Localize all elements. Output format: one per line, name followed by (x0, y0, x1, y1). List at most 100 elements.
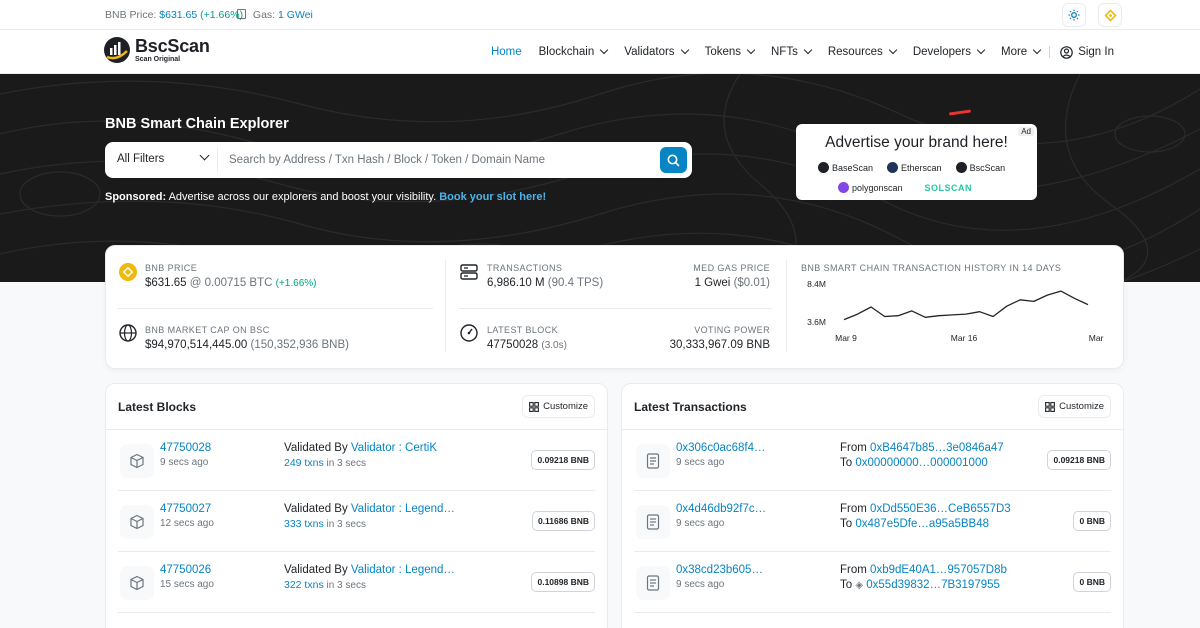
ad-banner[interactable]: Ad Advertise your brand here! BaseScan E… (796, 124, 1037, 200)
brand-label: polygonscan (852, 182, 903, 193)
stat-value: $94,970,514,445.00 (145, 339, 248, 351)
data-point[interactable] (1005, 305, 1007, 307)
bnb-price-value[interactable]: $631.65 (159, 9, 197, 21)
panel-title: Latest Blocks (118, 400, 197, 414)
server-icon (460, 264, 478, 280)
data-point[interactable] (843, 318, 845, 320)
to-address-link[interactable]: 0x487e5Dfe…a95a5BB48 (855, 518, 989, 530)
book-slot-link[interactable]: Book your slot here! (439, 191, 546, 203)
latest-transactions-panel: Latest Transactions Customize 0x306c0ac6… (621, 383, 1124, 628)
nav-label: Validators (624, 46, 675, 58)
transactions-stat[interactable]: TRANSACTIONS 6,986.10 M (90.4 TPS) (487, 263, 603, 289)
txns-link[interactable]: 249 txns (284, 457, 324, 469)
transaction-row: 0x38cd23b605… 9 secs ago From 0xb9dE40A1…… (634, 552, 1111, 613)
block-reward-badge: 0.10898 BNB (531, 572, 595, 592)
from-address-link[interactable]: 0xDd550E36…CeB6557D3 (870, 503, 1011, 515)
chevron-down-icon (600, 45, 609, 55)
brand-label: BscScan (969, 162, 1006, 173)
bnb-price-label: BNB Price: (105, 9, 157, 21)
bscscan-logo[interactable]: BscScan Scan Original (104, 37, 210, 63)
to-address-link[interactable]: 0x55d39832…7B3197955 (866, 579, 1000, 591)
tx-hash-link[interactable]: 0x306c0ac68f4… (676, 442, 766, 454)
data-point[interactable] (938, 314, 940, 316)
bscscan-logo-icon (955, 162, 967, 173)
validator-link[interactable]: Validator : Legend… (351, 564, 455, 576)
nav-item-validators[interactable]: Validators (624, 45, 689, 58)
ad-headline: Advertise your brand here! (825, 134, 1008, 151)
data-point[interactable] (911, 310, 913, 312)
basescan-brand: BaseScan (818, 162, 873, 173)
stat-sub: (90.4 TPS) (547, 277, 604, 289)
search-icon (667, 154, 680, 167)
chevron-down-icon[interactable] (199, 150, 210, 161)
data-point[interactable] (978, 311, 980, 313)
grid-icon (1045, 401, 1056, 412)
search-input[interactable] (229, 150, 649, 170)
data-point[interactable] (856, 313, 858, 315)
y-tick-label: 3.6M (807, 317, 826, 327)
customize-button[interactable]: Customize (522, 395, 595, 418)
market-cap-stat: BNB MARKET CAP ON BSC $94,970,514,445.00… (145, 325, 349, 351)
data-point[interactable] (951, 314, 953, 316)
x-tick-label: Mar 23 (1089, 333, 1106, 343)
txns-link[interactable]: 322 txns (284, 579, 324, 591)
from-address-link[interactable]: 0xb9dE40A1…957057D8b (870, 564, 1007, 576)
data-point[interactable] (965, 313, 967, 315)
data-point[interactable] (897, 314, 899, 316)
divider (459, 308, 772, 309)
gas-price-stat[interactable]: MED GAS PRICE 1 Gwei ($0.01) (693, 263, 770, 289)
filter-select[interactable]: All Filters (117, 153, 164, 165)
stat-btc: @ 0.00715 BTC (189, 277, 273, 289)
stat-label: TRANSACTIONS (487, 263, 563, 273)
block-number-link[interactable]: 47750028 (160, 442, 211, 454)
customize-button[interactable]: Customize (1038, 395, 1111, 418)
search-bar: All Filters (105, 142, 692, 178)
nav-item-developers[interactable]: Developers (913, 45, 986, 58)
gas-ticker: Gas: 1 GWei (237, 9, 313, 21)
tx-hash-link[interactable]: 0x38cd23b605… (676, 564, 763, 576)
polygonscan-logo-icon (838, 182, 849, 193)
nav-item-home[interactable]: Home (491, 46, 522, 58)
nav-item-nfts[interactable]: NFTs (771, 45, 813, 58)
document-icon (636, 444, 670, 478)
network-switch-button[interactable] (1098, 3, 1122, 27)
data-point[interactable] (1087, 303, 1089, 305)
sponsored-text: Advertise across our explorers and boost… (166, 191, 440, 203)
cube-icon (120, 505, 154, 539)
data-point[interactable] (883, 315, 885, 317)
data-point[interactable] (1073, 297, 1075, 299)
latest-block-stat[interactable]: LATEST BLOCK 47750028 (3.0s) (487, 325, 567, 351)
data-point[interactable] (1033, 300, 1035, 302)
txns-link[interactable]: 333 txns (284, 518, 324, 530)
globe-icon (119, 324, 137, 342)
validator-link[interactable]: Validator : Legend… (351, 503, 455, 515)
theme-toggle-button[interactable] (1062, 3, 1086, 27)
transaction-history-chart[interactable]: 8.4M 3.6M Mar 9 Mar 16 Mar 23 (796, 280, 1106, 360)
to-label: To (840, 518, 853, 530)
sign-in-link[interactable]: Sign In (1060, 45, 1114, 59)
validator-link[interactable]: Validator : CertiK (351, 442, 437, 454)
data-point[interactable] (870, 306, 872, 308)
stat-label: BNB PRICE (145, 263, 198, 273)
nav-item-blockchain[interactable]: Blockchain (539, 45, 609, 58)
nav-item-more[interactable]: More (1001, 45, 1042, 58)
data-point[interactable] (1060, 290, 1062, 292)
stat-label: VOTING POWER (694, 325, 770, 335)
nav-item-resources[interactable]: Resources (828, 45, 898, 58)
gas-value[interactable]: 1 GWei (278, 9, 313, 21)
data-point[interactable] (924, 316, 926, 318)
data-point[interactable] (992, 315, 994, 317)
block-number-link[interactable]: 47750027 (160, 503, 214, 515)
data-point[interactable] (1046, 294, 1048, 296)
document-icon (636, 505, 670, 539)
block-number-link[interactable]: 47750026 (160, 564, 214, 576)
block-row: 47750026 15 secs ago Validated By Validat… (118, 552, 595, 613)
from-address-link[interactable]: 0xB4647b85…3e0846a47 (870, 442, 1004, 454)
to-address-link[interactable]: 0x00000000…000001000 (855, 457, 987, 469)
nav-item-tokens[interactable]: Tokens (705, 45, 756, 58)
stat-value: 47750028 (487, 339, 539, 351)
tx-hash-link[interactable]: 0x4d46db92f7c… (676, 503, 766, 515)
data-point[interactable] (1019, 299, 1021, 301)
stat-change: (+1.66%) (275, 278, 317, 289)
search-button[interactable] (660, 147, 687, 173)
